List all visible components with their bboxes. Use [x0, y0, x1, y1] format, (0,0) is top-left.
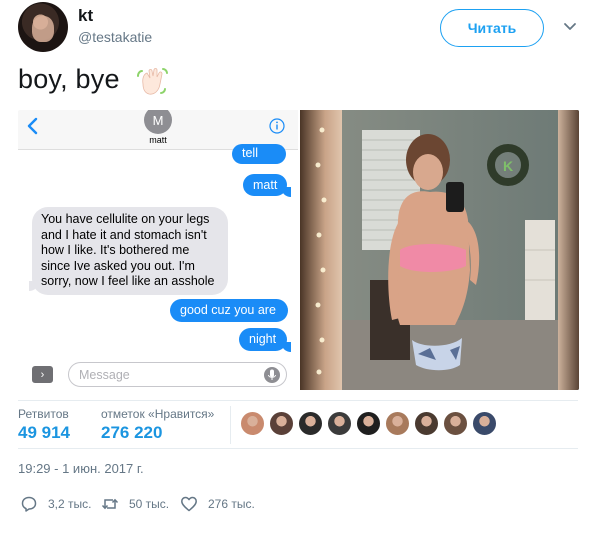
bubble-tail: [281, 187, 291, 197]
reply-count: 3,2 тыс.: [48, 497, 92, 511]
liker-avatar[interactable]: [240, 411, 265, 436]
author-handle[interactable]: @testakatie: [78, 29, 152, 45]
retweet-button[interactable]: 50 тыс.: [101, 494, 169, 514]
sent-message-bubble: tell me: [232, 144, 286, 176]
liker-avatar[interactable]: [414, 411, 439, 436]
retweets-label[interactable]: Ретвитов: [18, 407, 69, 421]
tweet-timestamp[interactable]: 19:29 - 1 июн. 2017 г.: [18, 461, 144, 476]
messages-screenshot[interactable]: M matt tell me matt You have cellulite o…: [18, 110, 298, 390]
tweet-text: boy, bye: [18, 64, 120, 94]
photo-illustration: K: [300, 110, 579, 390]
waving-hand-icon: [137, 68, 168, 95]
author-avatar[interactable]: [18, 2, 68, 52]
reply-icon: [21, 496, 37, 512]
heart-icon: [181, 496, 197, 512]
sent-message-bubble: good cuz you are: [170, 299, 288, 322]
liker-avatar[interactable]: [443, 411, 468, 436]
bubble-tail: [281, 342, 291, 352]
mirror-selfie-photo[interactable]: K: [300, 110, 579, 390]
likes-label[interactable]: отметок «Нравится»: [101, 407, 214, 421]
like-count: 276 тыс.: [208, 497, 255, 511]
chevron-down-icon[interactable]: [562, 18, 578, 34]
retweets-count[interactable]: 49 914: [18, 423, 70, 443]
retweet-count: 50 тыс.: [129, 497, 170, 511]
liker-avatar[interactable]: [269, 411, 294, 436]
app-drawer-button[interactable]: ›: [32, 366, 53, 383]
info-icon: [269, 118, 285, 134]
message-input[interactable]: [68, 362, 287, 387]
liker-avatar[interactable]: [472, 411, 497, 436]
follow-button[interactable]: Читать: [440, 9, 544, 47]
likes-count[interactable]: 276 220: [101, 423, 162, 443]
contact-avatar: M: [144, 110, 172, 134]
svg-text:K: K: [503, 158, 513, 174]
reply-button[interactable]: 3,2 тыс.: [20, 494, 91, 514]
received-message-bubble: You have cellulite on your legs and I ha…: [32, 207, 228, 295]
liker-avatar[interactable]: [356, 411, 381, 436]
divider: [18, 448, 578, 449]
author-display-name[interactable]: kt: [78, 6, 93, 26]
message-compose-bar: ›: [18, 356, 298, 390]
like-button[interactable]: 276 тыс.: [180, 494, 255, 514]
retweet-icon: [101, 498, 119, 510]
back-chevron-icon: [27, 117, 38, 135]
liker-avatar[interactable]: [327, 411, 352, 436]
divider: [18, 400, 578, 401]
sent-message-bubble: matt: [243, 174, 287, 196]
divider: [230, 406, 231, 444]
liker-avatar[interactable]: [298, 411, 323, 436]
liker-avatar[interactable]: [385, 411, 410, 436]
sent-message-bubble: night: [239, 328, 287, 351]
microphone-icon[interactable]: [264, 366, 280, 384]
